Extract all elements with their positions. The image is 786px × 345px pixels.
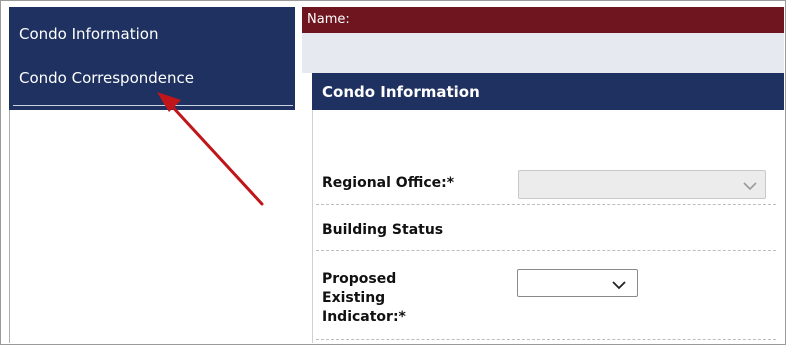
panel-title: Condo Information (322, 83, 480, 101)
label-line: Proposed (322, 271, 397, 287)
proposed-existing-indicator-select[interactable] (517, 269, 638, 297)
panel-header: Condo Information (312, 73, 784, 110)
sidebar: Condo Information Condo Correspondence (9, 7, 295, 110)
header-strip (302, 33, 784, 73)
regional-office-select[interactable] (518, 170, 766, 199)
condo-information-panel: Condo Information Regional Office:* Buil… (312, 73, 784, 343)
regional-office-label: Regional Office:* (322, 175, 455, 191)
panel-border (312, 110, 313, 343)
sidebar-divider (13, 105, 293, 106)
name-bar: Name: (302, 7, 784, 33)
label-line: Existing (322, 290, 386, 306)
name-label: Name: (307, 12, 350, 27)
sidebar-item-condo-correspondence[interactable]: Condo Correspondence (19, 69, 194, 87)
sidebar-border (9, 110, 10, 343)
label-line: Indicator:* (322, 309, 406, 325)
sidebar-item-condo-information[interactable]: Condo Information (19, 25, 158, 43)
building-status-label: Building Status (322, 222, 444, 238)
field-divider (316, 204, 776, 205)
proposed-existing-indicator-label: Proposed Existing Indicator:* (322, 270, 406, 327)
field-divider (316, 250, 776, 251)
chevron-down-icon (612, 281, 626, 290)
chevron-down-icon (743, 182, 757, 191)
field-divider (316, 339, 776, 340)
